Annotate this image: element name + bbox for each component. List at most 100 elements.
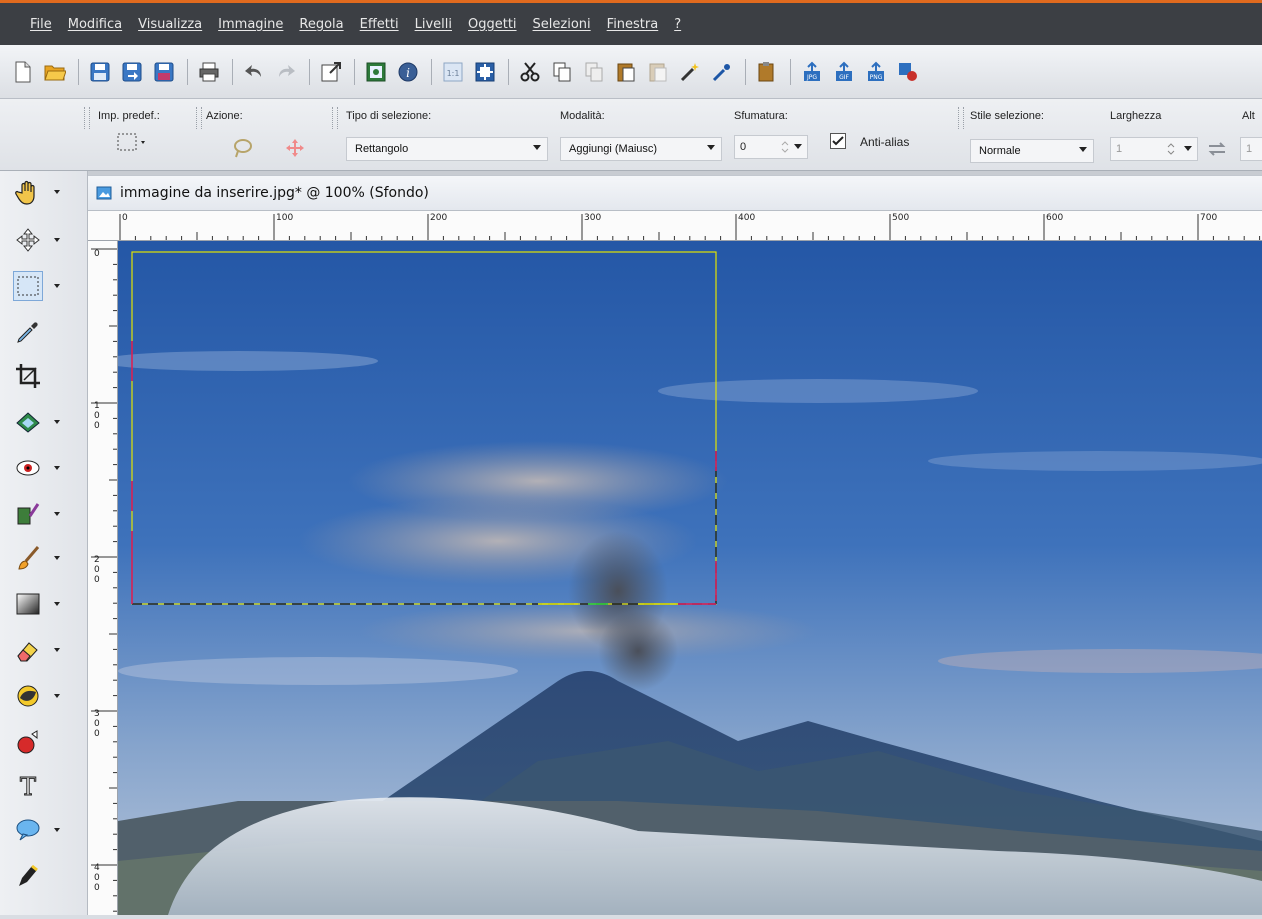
fit-window-button[interactable]: [470, 55, 500, 89]
gradient-tool[interactable]: [14, 585, 70, 623]
paste-into-button[interactable]: [643, 55, 673, 89]
chevron-down-icon: [54, 828, 60, 832]
menu-immagine[interactable]: Immagine: [218, 17, 283, 32]
height-value: 1: [1246, 143, 1253, 155]
menu-selezioni[interactable]: Selezioni: [533, 17, 591, 32]
fill-tool[interactable]: [14, 723, 70, 761]
brush-download-icon: [17, 503, 40, 525]
copy-icon: [553, 62, 571, 81]
paint-bucket-icon: [17, 730, 38, 754]
paint-brush-tool[interactable]: [14, 539, 70, 577]
preset-dropdown[interactable]: [116, 131, 152, 158]
open-button[interactable]: [40, 55, 70, 89]
crop-tool[interactable]: [14, 357, 70, 395]
export-png-icon: PNG: [868, 61, 884, 81]
clipboard-icon: [758, 61, 774, 81]
chevron-down-icon: [533, 145, 541, 150]
dodge-tool[interactable]: [14, 677, 70, 715]
checkmark-icon: [832, 136, 844, 146]
image-info-button[interactable]: [361, 55, 391, 89]
horizontal-ruler: 0 100 200 300 400 500 600 700: [88, 211, 1262, 241]
action-move-button[interactable]: [284, 137, 306, 162]
document-title: immagine da inserire.jpg* @ 100% (Sfondo…: [120, 185, 429, 201]
export-gif-button[interactable]: GIF: [829, 55, 859, 89]
copy-merged-button[interactable]: [579, 55, 609, 89]
floppy-icon: [154, 62, 174, 81]
dropper-tool[interactable]: [14, 313, 70, 351]
undo-button[interactable]: [239, 55, 269, 89]
chevron-down-icon: [54, 512, 60, 516]
info-button[interactable]: i: [393, 55, 423, 89]
menu-finestra[interactable]: Finestra: [607, 17, 659, 32]
pan-tool[interactable]: [14, 173, 70, 211]
chevron-down-icon: [54, 602, 60, 606]
feather-input[interactable]: 0: [734, 135, 808, 159]
move-arrows-icon: [286, 139, 304, 157]
width-input[interactable]: 1: [1110, 137, 1198, 161]
magic-wand-button[interactable]: [675, 55, 705, 89]
text-tool[interactable]: T: [14, 767, 70, 805]
new-file-button[interactable]: [8, 55, 38, 89]
link-dimensions-button[interactable]: [1206, 139, 1228, 162]
menu-livelli[interactable]: Livelli: [415, 17, 452, 32]
gradient-icon: [16, 593, 40, 615]
chevron-down-icon: [1079, 147, 1087, 152]
svg-text:JPG: JPG: [806, 74, 817, 81]
antialias-checkbox[interactable]: [830, 133, 846, 149]
move-tool[interactable]: [14, 221, 70, 259]
chevron-down-icon: [54, 648, 60, 652]
red-eye-tool[interactable]: [14, 449, 70, 487]
paste-as-new-button[interactable]: [752, 55, 782, 89]
document-title-bar[interactable]: immagine da inserire.jpg* @ 100% (Sfondo…: [88, 175, 1262, 211]
options-separator: [332, 107, 338, 129]
picture-icon: [366, 62, 386, 81]
toolbar-separator: [187, 58, 188, 85]
copy-button[interactable]: [547, 55, 577, 89]
chevron-down-icon: [54, 238, 60, 242]
export-png-button[interactable]: PNG: [861, 55, 891, 89]
menu-oggetti[interactable]: Oggetti: [468, 17, 517, 32]
menu-effetti[interactable]: Effetti: [360, 17, 399, 32]
redo-button[interactable]: [271, 55, 301, 89]
export-jpg-button[interactable]: JPG: [797, 55, 827, 89]
tool-options-bar: Imp. predef.: Azione: Tipo di selezione:…: [0, 99, 1262, 171]
eraser-tool[interactable]: [14, 631, 70, 669]
mode-dropdown[interactable]: Aggiungi (Maiusc): [560, 137, 722, 161]
menu-modifica[interactable]: Modifica: [68, 17, 122, 32]
floppy-arrow-icon: [122, 62, 142, 81]
pen-tool[interactable]: [14, 857, 70, 895]
menu-visualizza[interactable]: Visualizza: [138, 17, 202, 32]
eye-icon: [16, 460, 40, 476]
document-window: immagine da inserire.jpg* @ 100% (Sfondo…: [88, 171, 1262, 915]
style-label: Stile selezione:: [970, 110, 1044, 122]
lasso-icon: [234, 139, 252, 158]
image-file-icon: [96, 186, 112, 200]
action-lasso-button[interactable]: [232, 137, 254, 162]
shape-tool[interactable]: [14, 811, 70, 849]
preview-button[interactable]: [893, 55, 923, 89]
straighten-tool[interactable]: [14, 403, 70, 441]
folder-open-icon: [44, 65, 66, 80]
makeover-tool[interactable]: [14, 495, 70, 533]
selection-tool[interactable]: [13, 267, 70, 305]
image-canvas[interactable]: [118, 241, 1262, 915]
actual-size-button[interactable]: 1:1: [438, 55, 468, 89]
paste-button[interactable]: [611, 55, 641, 89]
print-button[interactable]: [194, 55, 224, 89]
cut-button[interactable]: [515, 55, 545, 89]
selection-style-dropdown[interactable]: Normale: [970, 139, 1094, 163]
height-input[interactable]: 1: [1240, 137, 1262, 161]
resize-button[interactable]: [316, 55, 346, 89]
selection-style-value: Normale: [979, 145, 1021, 157]
ruler-label: 300: [584, 213, 602, 223]
chevron-down-icon: [54, 466, 60, 470]
save-as-button[interactable]: [117, 55, 147, 89]
save-copy-button[interactable]: [149, 55, 179, 89]
save-button[interactable]: [85, 55, 115, 89]
selection-type-dropdown[interactable]: Rettangolo: [346, 137, 548, 161]
menu-regola[interactable]: Regola: [299, 17, 343, 32]
clone-button[interactable]: [707, 55, 737, 89]
menu-help[interactable]: ?: [674, 17, 681, 32]
options-separator: [196, 107, 202, 129]
menu-file[interactable]: File: [30, 17, 52, 32]
